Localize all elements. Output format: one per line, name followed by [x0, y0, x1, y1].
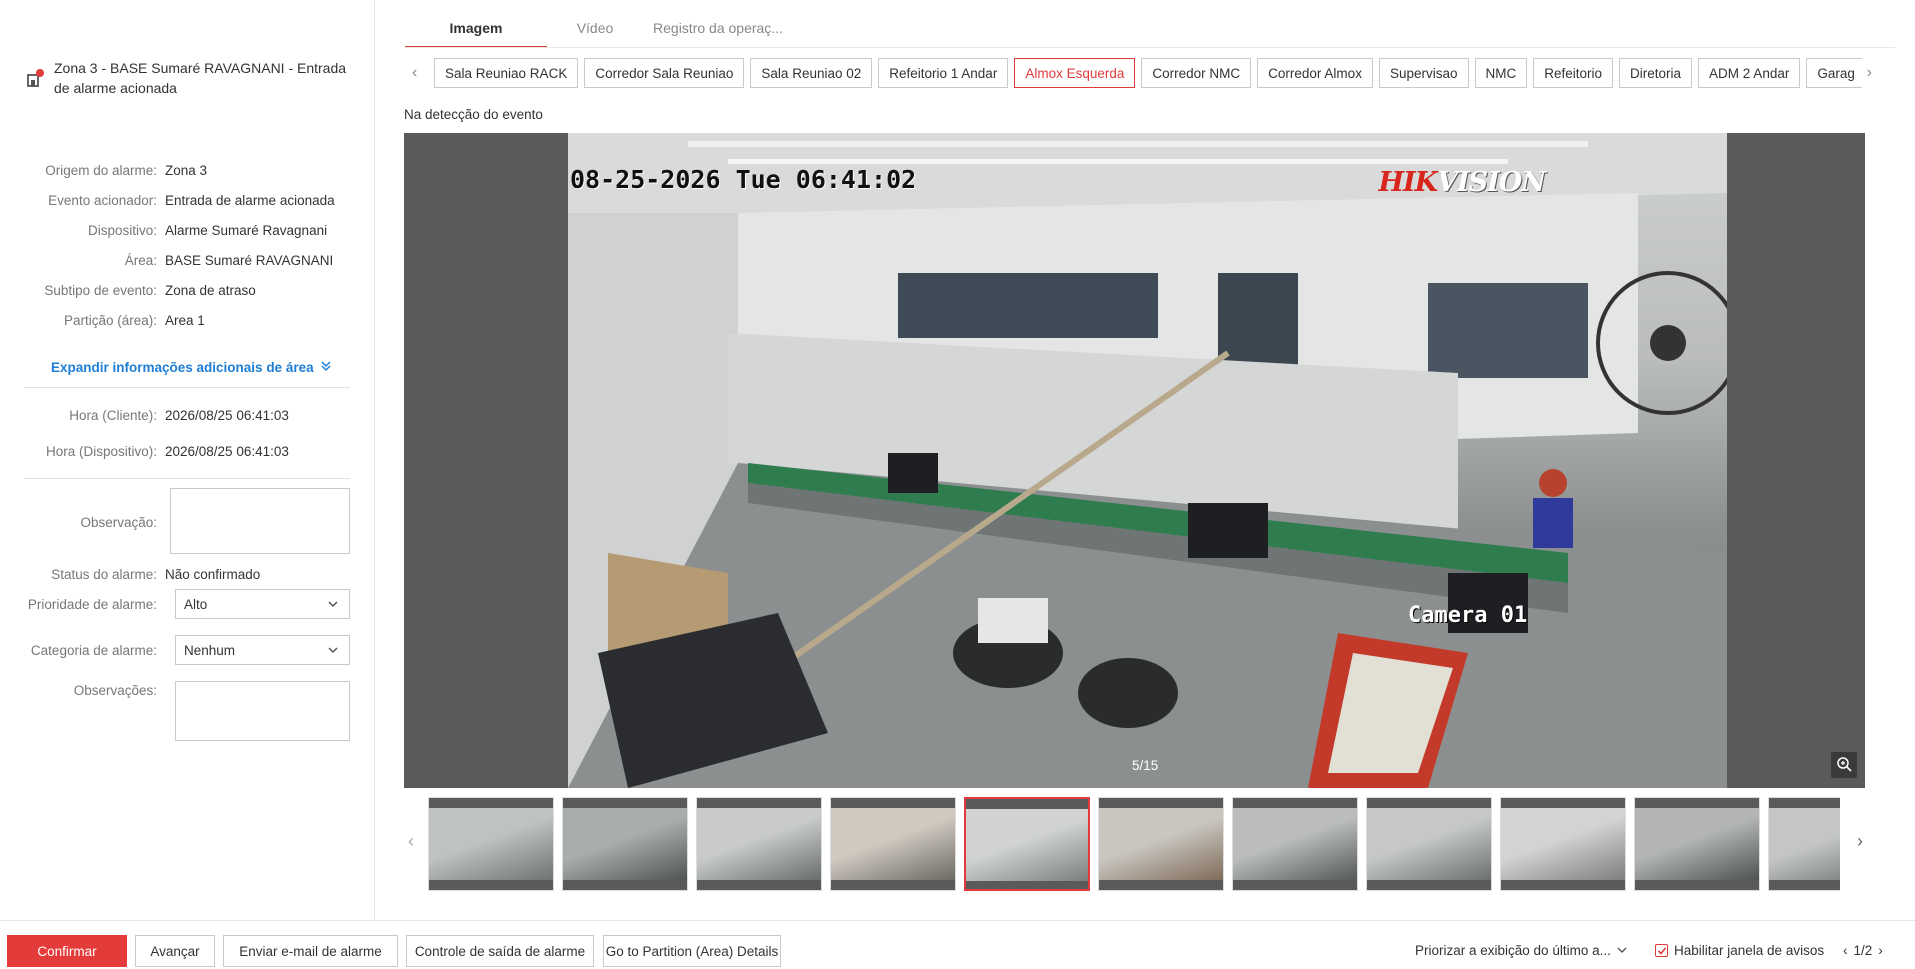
camera-tab[interactable]: Corredor Almox [1257, 58, 1373, 88]
tab-video[interactable]: Vídeo [547, 10, 643, 48]
double-chevron-down-icon [320, 360, 332, 375]
thumbnail-image [966, 809, 1088, 881]
camera-brand-logo: HIKVISION [1378, 167, 1546, 198]
alarm-header: Zona 3 - BASE Sumaré RAVAGNANI - Entrada… [26, 58, 356, 98]
detail-row-event: Evento acionador: Entrada de alarme acion… [48, 192, 335, 208]
detail-row-device: Dispositivo: Alarme Sumaré Ravagnani [87, 222, 328, 238]
send-email-button[interactable]: Enviar e-mail de alarme [223, 935, 398, 967]
thumbnail-image [1635, 808, 1759, 880]
detail-row-subtype: Subtipo de evento: Zona de atraso [44, 282, 256, 298]
confirm-button[interactable]: Confirmar [7, 935, 127, 967]
enable-popup-checkbox[interactable]: Habilitar janela de avisos [1655, 943, 1824, 958]
detail-tabs: Imagem Vídeo Registro da operaç... [405, 10, 793, 48]
chevron-left-icon[interactable]: ‹ [412, 64, 417, 82]
snapshot-thumbnail[interactable] [696, 797, 822, 891]
camera-list: Sala Reuniao RACK Corredor Sala Reuniao Sa… [434, 58, 1862, 88]
alarm-title: Zona 3 - BASE Sumaré RAVAGNANI - Entrada… [54, 60, 347, 96]
status-row: Status do alarme: Não confirmado [51, 566, 261, 582]
snapshot-thumbnail[interactable] [830, 797, 956, 891]
detail-row-partition: Partição (área): Area 1 [63, 312, 205, 328]
page-indicator: 1/2 [1853, 943, 1873, 958]
partition-details-button[interactable]: Go to Partition (Area) Details [603, 935, 781, 967]
thumbnail-image [831, 808, 955, 880]
camera-tab[interactable]: Diretoria [1619, 58, 1693, 88]
camera-tab[interactable]: Supervisao [1378, 58, 1469, 88]
osd-camera-name: Camera 01 [1408, 603, 1528, 628]
priority-select[interactable]: Alto [175, 589, 350, 619]
snapshot-thumbnail[interactable] [1098, 797, 1224, 891]
chevron-down-icon [1617, 943, 1627, 958]
thumbnail-image [1099, 808, 1223, 880]
camera-tab[interactable]: Corredor Sala Reuniao [584, 58, 745, 88]
thumbnail-image [429, 808, 553, 880]
camera-tab[interactable]: NMC [1474, 58, 1528, 88]
camera-tab[interactable]: Garag [1806, 58, 1862, 88]
snapshot-thumbnail[interactable] [1232, 797, 1358, 891]
chevron-down-icon [327, 598, 339, 613]
divider [24, 387, 350, 388]
image-caption: Na detecção do evento [404, 107, 543, 122]
advance-button[interactable]: Avançar [135, 935, 215, 967]
chevron-left-icon[interactable]: ‹ [1843, 943, 1848, 958]
camera-tab[interactable]: Sala Reuniao 02 [750, 58, 873, 88]
time-row-client: Hora (Cliente): 2026/08/25 06:41:03 [69, 407, 289, 423]
footer-bar: Confirmar Avançar Enviar e-mail de alarm… [0, 920, 1915, 969]
observation-field[interactable] [170, 488, 350, 554]
thumbnail-image [1233, 808, 1357, 880]
alarm-detail-panel: Zona 3 - BASE Sumaré RAVAGNANI - Entrada… [0, 0, 375, 920]
detail-row-origin: Origem do alarme: Zona 3 [45, 162, 208, 178]
prioritize-select[interactable]: Priorizar a exibição do último a... [1415, 943, 1627, 958]
camera-tab[interactable]: Refeitorio 1 Andar [878, 58, 1009, 88]
snapshot-thumbnail[interactable] [562, 797, 688, 891]
thumbnail-image [1501, 808, 1625, 880]
alarm-output-control-button[interactable]: Controle de saída de alarme [406, 935, 594, 967]
snapshot-thumbnail[interactable] [428, 797, 554, 891]
camera-tab[interactable]: Corredor NMC [1141, 58, 1252, 88]
thumbnail-image [697, 808, 821, 880]
tab-divider [405, 47, 1895, 48]
chevron-right-icon[interactable]: › [1867, 64, 1872, 82]
snapshot-thumbnail[interactable] [1634, 797, 1760, 891]
tab-image[interactable]: Imagem [405, 10, 547, 48]
zoom-icon [1836, 756, 1852, 775]
camera-tab[interactable]: Sala Reuniao RACK [434, 58, 579, 88]
snapshot-thumbnail[interactable] [1500, 797, 1626, 891]
camera-tab[interactable]: ADM 2 Andar [1698, 58, 1801, 88]
pagination: ‹ 1/2 › [1843, 943, 1883, 958]
category-select[interactable]: Nenhum [175, 635, 350, 665]
divider [24, 478, 350, 479]
chevron-down-icon [327, 644, 339, 659]
notes-field[interactable] [175, 681, 350, 741]
thumbnail-strip: ‹ › [404, 795, 1865, 891]
camera-strip: ‹ Sala Reuniao RACK Corredor Sala Reuniao… [404, 58, 1872, 88]
snapshot-thumbnail[interactable] [1366, 797, 1492, 891]
expand-area-info-link[interactable]: Expandir informações adicionais de área [51, 360, 332, 375]
tab-operation-log[interactable]: Registro da operaç... [643, 10, 793, 48]
thumbnail-list [428, 795, 1840, 891]
alarm-input-icon [26, 68, 46, 90]
thumbnail-image [1367, 808, 1491, 880]
chevron-right-icon[interactable]: › [1857, 831, 1863, 852]
image-viewer[interactable]: 08-25-2026 Tue 06:41:02 HIKVISION Camera… [404, 133, 1865, 788]
camera-tab[interactable]: Refeitorio [1533, 58, 1614, 88]
thumbnail-image [563, 808, 687, 880]
chevron-right-icon[interactable]: › [1878, 943, 1883, 958]
snapshot-thumbnail[interactable] [964, 797, 1090, 891]
camera-snapshot: 08-25-2026 Tue 06:41:02 HIKVISION Camera… [568, 133, 1727, 788]
detail-row-area: Área: BASE Sumaré RAVAGNANI [124, 252, 334, 268]
snapshot-thumbnail[interactable] [1768, 797, 1840, 891]
thumbnail-image [1769, 808, 1840, 880]
osd-timestamp: 08-25-2026 Tue 06:41:02 [570, 165, 917, 194]
chevron-left-icon[interactable]: ‹ [408, 831, 414, 852]
time-row-device: Hora (Dispositivo): 2026/08/25 06:41:03 [45, 443, 289, 459]
checkbox-checked-icon [1655, 944, 1668, 957]
camera-tab[interactable]: Almox Esquerda [1014, 58, 1136, 88]
zoom-in-button[interactable] [1831, 752, 1857, 778]
image-counter: 5/15 [1132, 758, 1159, 773]
